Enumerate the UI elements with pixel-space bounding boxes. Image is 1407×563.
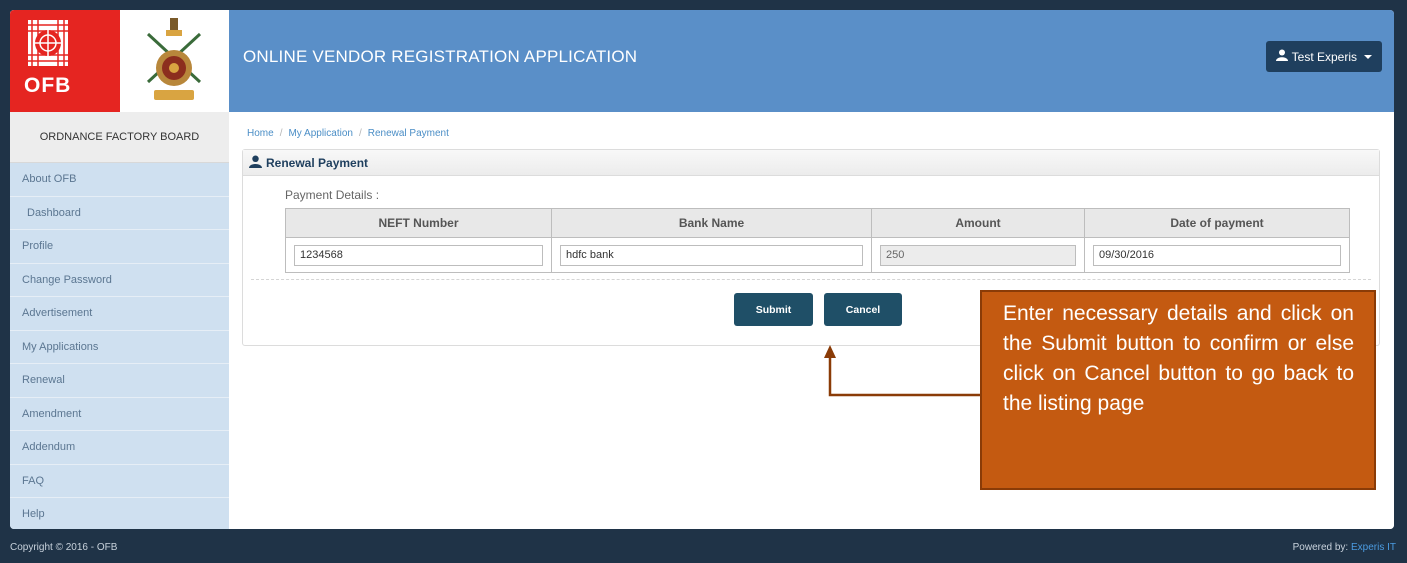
user-name: Test Experis [1291, 49, 1357, 64]
sidebar-item-my-applications[interactable]: My Applications [10, 331, 229, 364]
breadcrumb: Home / My Application / Renewal Payment [247, 128, 449, 139]
sidebar-item-renewal[interactable]: Renewal [10, 364, 229, 398]
bank-name-cell: hdfc bank [551, 237, 872, 273]
amount-field: 250 [880, 244, 1076, 266]
column-header-bank-name: Bank Name [551, 208, 872, 238]
footer-copyright: Copyright © 2016 - OFB [10, 542, 118, 553]
column-header-amount: Amount [871, 208, 1085, 238]
divider [251, 279, 1371, 280]
sidebar-item-addendum[interactable]: Addendum [10, 431, 229, 465]
panel-header: Renewal Payment [243, 150, 1379, 176]
sidebar-item-about-ofb[interactable]: About OFB [10, 163, 229, 197]
top-header-bar: ONLINE VENDOR REGISTRATION APPLICATION T… [229, 10, 1394, 112]
cancel-button[interactable]: Cancel [824, 293, 902, 326]
column-header-date-of-payment: Date of payment [1084, 208, 1350, 238]
sidebar-item-faq[interactable]: FAQ [10, 465, 229, 498]
sidebar-item-amendment[interactable]: Amendment [10, 398, 229, 431]
payment-table: NEFT Number Bank Name Amount Date of pay… [285, 208, 1350, 273]
payment-details-label: Payment Details : [285, 188, 380, 202]
sidebar-item-dashboard[interactable]: Dashboard [10, 197, 229, 230]
sidebar-item-advertisement[interactable]: Advertisement [10, 297, 229, 331]
chevron-down-icon [1364, 54, 1372, 59]
instruction-callout: Enter necessary details and click on the… [980, 290, 1376, 490]
footer-brand-link[interactable]: Experis IT [1351, 542, 1396, 553]
date-of-payment-cell: 09/30/2016 [1084, 237, 1350, 273]
sidebar-item-change-password[interactable]: Change Password [10, 264, 229, 297]
sidebar: ORDNANCE FACTORY BOARD About OFB Dashboa… [10, 112, 229, 529]
breadcrumb-current: Renewal Payment [367, 128, 449, 139]
ofb-target-icon [28, 20, 68, 66]
breadcrumb-separator: / [279, 128, 283, 139]
breadcrumb-separator: / [358, 128, 362, 139]
sidebar-item-help[interactable]: Help [10, 498, 229, 529]
logo-area: OFB [10, 10, 229, 112]
user-icon [1275, 49, 1288, 64]
user-icon [249, 155, 262, 171]
table-row: 1234568 hdfc bank 250 09/30/2016 [285, 237, 1350, 273]
bank-name-input[interactable]: hdfc bank [560, 244, 863, 266]
ofb-logo-text: OFB [24, 74, 72, 97]
neft-number-cell: 1234568 [285, 237, 552, 273]
ordnance-emblem-icon [140, 16, 208, 106]
breadcrumb-my-application-link[interactable]: My Application [288, 128, 352, 139]
footer-powered-by: Powered by: Experis IT [1293, 542, 1396, 553]
submit-button[interactable]: Submit [734, 293, 813, 326]
panel-title: Renewal Payment [266, 155, 369, 170]
sidebar-title: ORDNANCE FACTORY BOARD [10, 112, 229, 163]
footer-powered-prefix: Powered by: [1292, 542, 1351, 553]
sidebar-item-profile[interactable]: Profile [10, 230, 229, 264]
amount-cell: 250 [871, 237, 1085, 273]
ofb-logo[interactable]: OFB [10, 10, 120, 112]
date-of-payment-input[interactable]: 09/30/2016 [1093, 244, 1341, 266]
app-title: ONLINE VENDOR REGISTRATION APPLICATION [243, 47, 638, 66]
breadcrumb-home-link[interactable]: Home [247, 128, 274, 139]
user-menu-button[interactable]: Test Experis [1265, 41, 1382, 72]
neft-number-input[interactable]: 1234568 [294, 244, 543, 266]
column-header-neft-number: NEFT Number [285, 208, 552, 238]
